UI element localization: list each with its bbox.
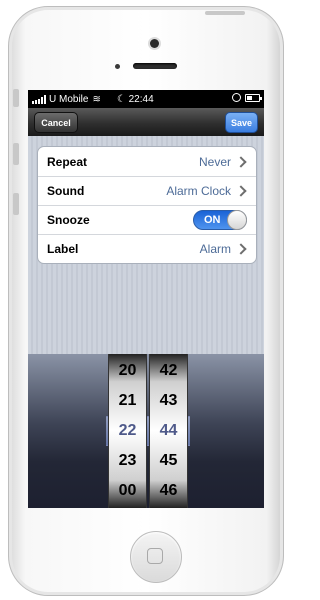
signal-icon [32, 94, 46, 104]
cancel-button[interactable]: Cancel [34, 112, 78, 133]
rotation-lock-icon [232, 93, 241, 102]
front-camera [150, 39, 159, 48]
settings-area: Repeat Never Sound Alarm Clock Snooze ON… [28, 136, 264, 354]
save-button[interactable]: Save [225, 112, 258, 133]
volume-up-button [13, 143, 19, 165]
chevron-right-icon [235, 185, 247, 197]
sound-value: Alarm Clock [166, 184, 231, 198]
chevron-right-icon [235, 243, 247, 255]
repeat-value: Never [198, 154, 231, 169]
repeat-label: Repeat [47, 154, 88, 169]
time-picker[interactable]: 20 21 22 23 00 42 43 44 45 46 [108, 354, 188, 508]
navigation-bar: Cancel Save [28, 108, 264, 137]
status-bar: U Mobile ≋ ☾ 22:44 [28, 90, 264, 108]
proximity-sensor [115, 64, 120, 69]
label-label: Label [47, 242, 79, 256]
minute-wheel[interactable]: 42 43 44 45 46 [149, 354, 188, 508]
screen: U Mobile ≋ ☾ 22:44 Cancel Save Repeat Ne… [28, 90, 264, 508]
sound-row[interactable]: Sound Alarm Clock [38, 176, 256, 205]
minute-option-45[interactable]: 45 [150, 446, 187, 476]
mute-switch [13, 89, 19, 107]
hour-option-20[interactable]: 20 [109, 356, 146, 386]
chevron-right-icon [235, 155, 247, 168]
snooze-toggle-label: ON [204, 214, 221, 226]
minute-option-43[interactable]: 43 [150, 386, 187, 416]
home-square-icon [147, 548, 163, 564]
hour-option-21[interactable]: 21 [109, 386, 146, 416]
hour-wheel[interactable]: 20 21 22 23 00 [108, 354, 147, 508]
carrier-name: U Mobile [49, 93, 89, 105]
toggle-knob [227, 210, 247, 230]
snooze-toggle[interactable]: ON [193, 210, 247, 230]
volume-down-button [13, 193, 19, 215]
earpiece-speaker [133, 63, 177, 69]
label-row[interactable]: Label Alarm [38, 234, 256, 263]
minute-option-44[interactable]: 44 [150, 416, 187, 446]
status-time: ☾ 22:44 [116, 93, 154, 105]
wifi-icon: ≋ [92, 93, 101, 105]
minute-option-46[interactable]: 46 [150, 476, 187, 506]
hour-option-22[interactable]: 22 [109, 416, 146, 446]
snooze-label: Snooze [47, 213, 90, 227]
battery-icon [245, 93, 262, 102]
minute-option-42[interactable]: 42 [150, 356, 187, 386]
hour-option-00[interactable]: 00 [109, 476, 146, 506]
snooze-row: Snooze ON [38, 205, 256, 234]
hour-option-23[interactable]: 23 [109, 446, 146, 476]
repeat-row[interactable]: Repeat Never [38, 147, 256, 176]
home-button[interactable] [130, 531, 182, 583]
time-picker-area: 20 21 22 23 00 42 43 44 45 46 [28, 354, 264, 508]
settings-group: Repeat Never Sound Alarm Clock Snooze ON… [37, 146, 257, 264]
sound-label: Sound [47, 184, 85, 198]
status-time-text: 22:44 [128, 93, 154, 105]
label-value: Alarm [199, 242, 231, 256]
power-button [205, 11, 245, 15]
battery-fill [247, 95, 252, 100]
